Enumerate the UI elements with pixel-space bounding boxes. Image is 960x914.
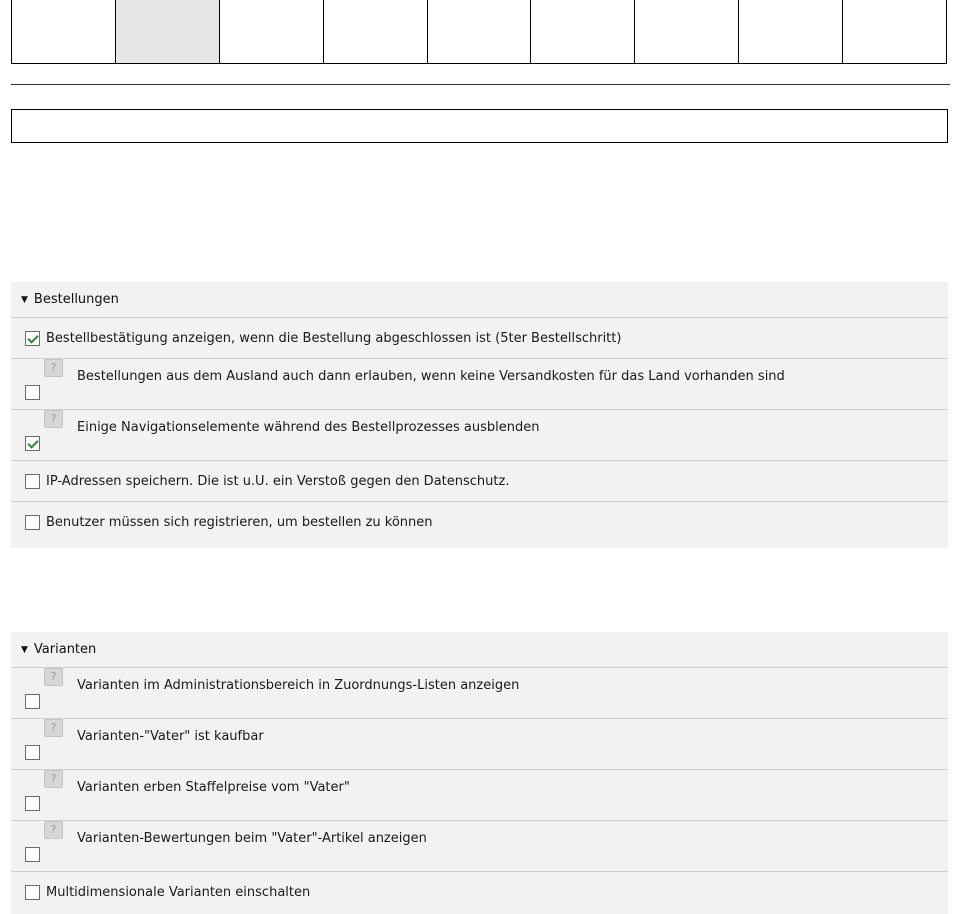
checkbox[interactable] — [25, 473, 40, 489]
section-varianten: ▼ Varianten ? Varianten im Administratio… — [11, 632, 948, 914]
tab-7[interactable] — [634, 0, 739, 64]
section-title: Bestellungen — [33, 292, 119, 307]
tab-3[interactable] — [218, 0, 323, 64]
checkbox[interactable] — [25, 385, 40, 400]
option-label: Varianten-"Vater" ist kaufbar — [77, 729, 264, 744]
section-header[interactable]: ▼ Bestellungen — [11, 282, 948, 318]
section-header[interactable]: ▼ Varianten — [11, 632, 948, 668]
option-row: Benutzer müssen sich registrieren, um be… — [11, 502, 948, 543]
option-label: Varianten erben Staffelpreise vom "Vater… — [77, 780, 350, 795]
option-label: Multidimensionale Varianten einschalten — [46, 885, 311, 900]
help-icon[interactable]: ? — [44, 718, 63, 737]
help-icon[interactable]: ? — [44, 667, 63, 686]
section-title: Varianten — [33, 642, 97, 657]
option-label: Varianten-Bewertungen beim "Vater"-Artik… — [77, 831, 427, 846]
caret-down-icon: ▼ — [21, 294, 28, 305]
checkbox[interactable] — [25, 694, 40, 709]
option-label: Bestellungen aus dem Ausland auch dann e… — [77, 369, 785, 384]
tab-5[interactable] — [426, 0, 531, 64]
option-label: Bestellbestätigung anzeigen, wenn die Be… — [46, 330, 622, 346]
option-row: IP-Adressen speichern. Die ist u.U. ein … — [11, 461, 948, 502]
option-row: ? Varianten erben Staffelpreise vom "Vat… — [11, 769, 948, 821]
info-box — [11, 109, 948, 143]
checkbox[interactable] — [25, 515, 40, 530]
tab-4[interactable] — [322, 0, 427, 64]
tab-1[interactable] — [11, 0, 115, 64]
option-row: ? Varianten im Administrationsbereich in… — [11, 667, 948, 719]
help-icon[interactable]: ? — [44, 409, 63, 428]
help-icon[interactable]: ? — [44, 769, 63, 788]
help-icon[interactable]: ? — [44, 820, 63, 839]
checkbox[interactable] — [25, 796, 40, 811]
option-label: Benutzer müssen sich registrieren, um be… — [46, 515, 433, 530]
option-row: ? Einige Navigationselemente während des… — [11, 409, 948, 461]
checkbox[interactable] — [25, 847, 40, 862]
tab-6[interactable] — [530, 0, 635, 64]
option-row: Bestellbestätigung anzeigen, wenn die Be… — [11, 318, 948, 359]
option-row: ? Varianten-"Vater" ist kaufbar — [11, 718, 948, 770]
tab-9[interactable] — [842, 0, 948, 64]
option-label: IP-Adressen speichern. Die ist u.U. ein … — [46, 473, 510, 489]
divider — [11, 84, 950, 85]
help-icon[interactable]: ? — [44, 358, 63, 377]
tab-2[interactable] — [114, 0, 219, 64]
checkbox[interactable] — [25, 745, 40, 760]
option-label: Varianten im Administrationsbereich in Z… — [77, 678, 520, 693]
checkbox[interactable] — [25, 885, 40, 900]
caret-down-icon: ▼ — [21, 644, 28, 655]
option-label: Einige Navigationselemente während des B… — [77, 420, 540, 435]
section-bestellungen: ▼ Bestellungen Bestellbestätigung anzeig… — [11, 282, 948, 548]
checkbox[interactable] — [25, 330, 40, 346]
tab-strip — [11, 0, 948, 64]
checkbox[interactable] — [25, 436, 40, 451]
option-row: ? Bestellungen aus dem Ausland auch dann… — [11, 358, 948, 410]
option-row: Multidimensionale Varianten einschalten — [11, 872, 948, 913]
tab-8[interactable] — [738, 0, 843, 64]
option-row: ? Varianten-Bewertungen beim "Vater"-Art… — [11, 820, 948, 872]
